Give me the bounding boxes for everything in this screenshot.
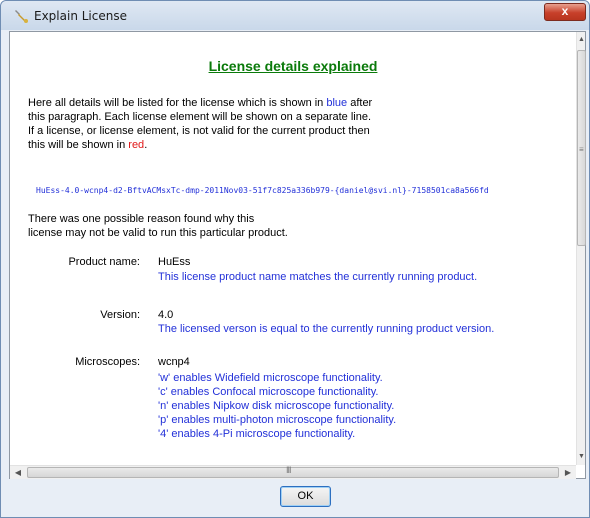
list-item: 'p' enables multi-photon microscope func… (158, 414, 397, 426)
ok-button[interactable]: OK (280, 486, 331, 507)
title-bar[interactable]: Explain License x (1, 1, 589, 30)
list-item: 'n' enables Nipkow disk microscope funct… (158, 400, 395, 412)
scroll-right-icon[interactable]: ▶ (561, 466, 575, 480)
scroll-up-icon[interactable]: ▲ (577, 33, 586, 47)
explain-license-dialog: Explain License x License details explai… (0, 0, 590, 518)
intro-line3: If a license, or license element, is not… (28, 125, 370, 137)
product-name-description: This license product name matches the cu… (158, 271, 478, 283)
list-item: '4' enables 4-Pi microscope functionalit… (158, 428, 356, 440)
microscopes-value: wcnp4 (158, 356, 190, 368)
window-title: Explain License (34, 9, 127, 23)
list-item: 'c' enables Confocal microscope function… (158, 386, 379, 398)
intro-red-word: red (128, 139, 145, 151)
list-item: 'w' enables Widefield microscope functio… (158, 372, 383, 384)
intro-line4-end: . (144, 139, 148, 151)
vertical-scrollbar[interactable]: ▲ ≡ ▼ (576, 32, 586, 465)
intro-line4-start: this will be shown in (28, 139, 129, 151)
product-name-value: HuEss (158, 256, 191, 268)
version-description: The licensed verson is equal to the curr… (158, 323, 495, 335)
license-string: HuEss-4.0-wcnp4-d2-BftvACMsxTc-dmp-2011N… (36, 186, 489, 195)
reason-line1: There was one possible reason found why … (28, 213, 255, 225)
horizontal-grip-icon: III (286, 465, 291, 475)
reason-paragraph: There was one possible reason found why … (28, 212, 568, 240)
intro-line1-start: Here all details will be listed for the … (28, 97, 327, 109)
close-icon: x (561, 4, 569, 18)
vertical-scroll-thumb[interactable]: ≡ (577, 50, 586, 246)
microscopes-label: Microscopes: (75, 356, 140, 368)
intro-paragraph: Here all details will be listed for the … (28, 96, 568, 152)
details-content: License details explained Here all detai… (10, 32, 576, 465)
reason-line2: license may not be valid to run this par… (28, 227, 288, 239)
wrench-icon (15, 10, 28, 23)
product-name-label: Product name: (68, 256, 140, 268)
vertical-grip-icon: ≡ (579, 145, 584, 154)
close-button[interactable]: x (544, 3, 586, 21)
version-value: 4.0 (158, 309, 174, 321)
version-label: Version: (100, 309, 140, 321)
intro-blue-word: blue (326, 97, 348, 109)
page-title: License details explained (208, 58, 378, 74)
horizontal-scrollbar[interactable]: ◀ III ▶ (10, 465, 576, 479)
microscope-feature-list: 'w' enables Widefield microscope functio… (158, 371, 396, 441)
intro-line1-end: after (347, 97, 373, 109)
horizontal-scroll-thumb[interactable]: III (27, 465, 559, 478)
scroll-down-icon[interactable]: ▼ (577, 450, 586, 464)
intro-line2: this paragraph. Each license element wil… (28, 111, 372, 123)
details-panel: License details explained Here all detai… (9, 31, 586, 479)
scroll-left-icon[interactable]: ◀ (11, 466, 25, 480)
